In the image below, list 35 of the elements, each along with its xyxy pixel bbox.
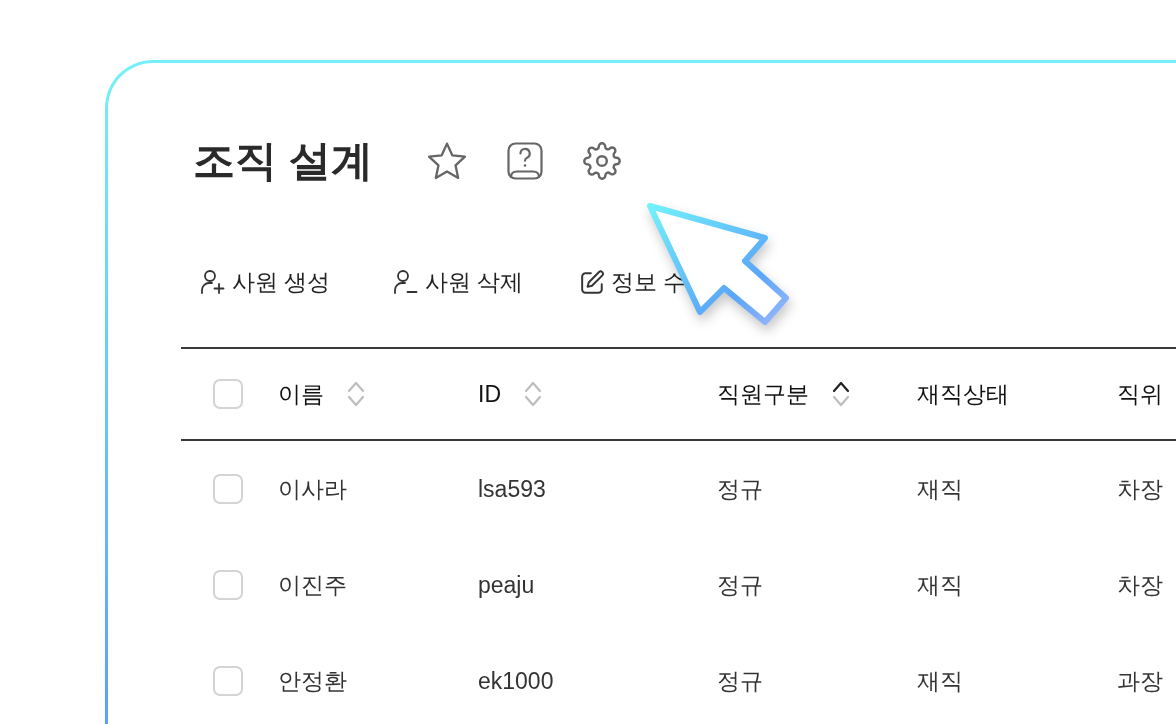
edit-icon	[580, 269, 605, 295]
add-user-icon	[200, 269, 226, 295]
star-icon[interactable]	[426, 142, 467, 180]
table-cell: 안정환	[278, 667, 347, 694]
table-cell: 이사라	[278, 475, 347, 502]
column-header: 직위	[1117, 379, 1163, 409]
remove-user-button[interactable]: 사원 삭제	[393, 266, 524, 298]
table-cell: peaju	[478, 571, 535, 598]
column-header: 직원구분	[717, 379, 809, 409]
table-cell: 정규	[717, 667, 763, 694]
table-cell: 정규	[717, 475, 763, 502]
edit-button[interactable]: 정보 수	[580, 266, 687, 298]
help-icon[interactable]	[506, 142, 543, 180]
column-header: 재직상태	[917, 379, 1009, 409]
table-cell: 재직	[917, 475, 963, 502]
table-cell: 차장	[1117, 475, 1163, 502]
remove-user-icon	[393, 269, 419, 295]
page-title: 조직 설계	[193, 136, 373, 186]
table-cell: 정규	[717, 571, 763, 598]
sort-icon[interactable]	[831, 379, 851, 409]
row-checkbox[interactable]	[213, 570, 243, 600]
add-user-button[interactable]: 사원 생성	[200, 266, 331, 298]
row-checkbox[interactable]	[213, 474, 243, 504]
column-header: ID	[478, 380, 501, 408]
table-cell: 이진주	[278, 571, 347, 598]
table-cell: 차장	[1117, 571, 1163, 598]
row-checkbox[interactable]	[213, 666, 243, 696]
select-all-checkbox[interactable]	[213, 379, 243, 409]
column-header: 이름	[278, 379, 324, 409]
table-cell: ek1000	[478, 667, 554, 694]
table-cell: lsa593	[478, 475, 546, 502]
table-cell: 재직	[917, 571, 963, 598]
table-cell: 재직	[917, 667, 963, 694]
settings-icon[interactable]	[582, 142, 621, 180]
table-cell: 과장	[1117, 667, 1163, 694]
